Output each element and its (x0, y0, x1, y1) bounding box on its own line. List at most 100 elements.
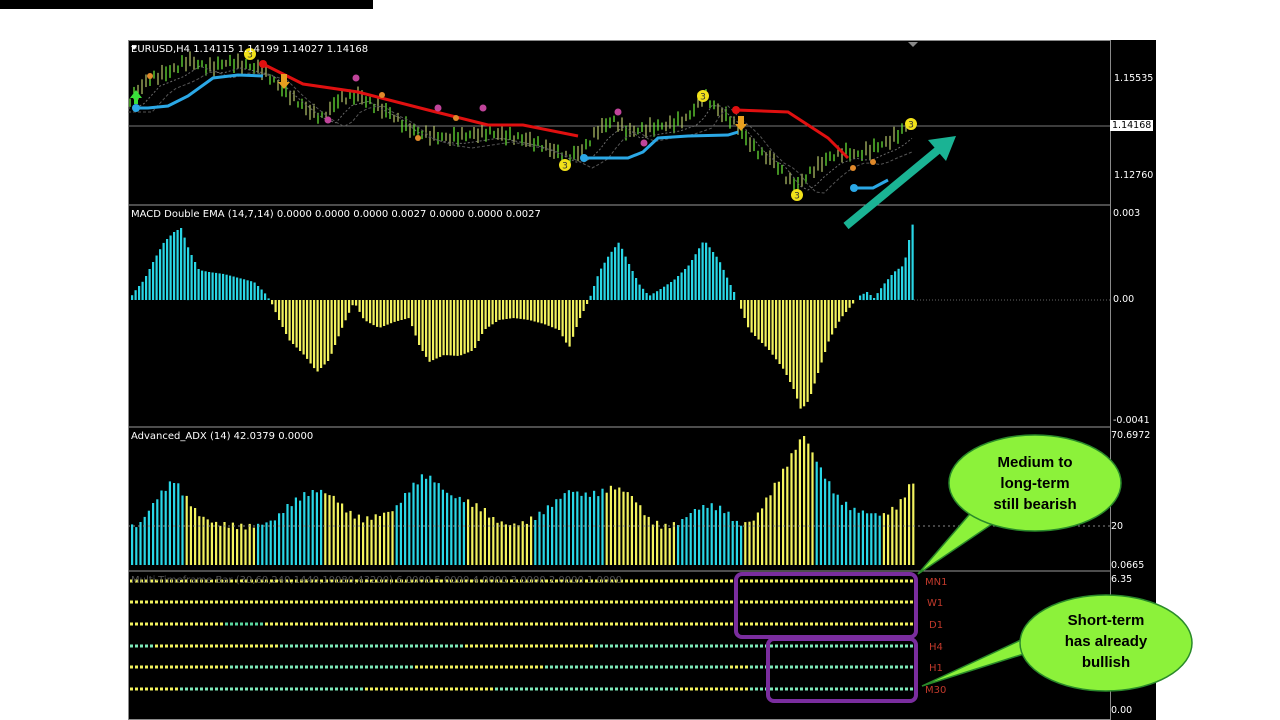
mtf-dot (815, 600, 818, 604)
mtf-dot (320, 600, 323, 604)
mtf-dot (685, 687, 688, 691)
mtf-dot (445, 600, 448, 604)
mtf-dot (305, 644, 308, 648)
mtf-dot (880, 600, 883, 604)
mtf-dot (750, 644, 753, 648)
adx-bar (735, 520, 738, 565)
adx-bar (412, 482, 415, 565)
mtf-dot (585, 622, 588, 626)
mtf-dot (230, 687, 233, 691)
mtf-dot (435, 644, 438, 648)
adx-bar (530, 516, 533, 565)
mtf-dot (280, 600, 283, 604)
mtf-dot (240, 622, 243, 626)
macd-bar (715, 256, 718, 300)
mtf-dot (680, 622, 683, 626)
trading-chart[interactable]: 33333 EURUSD,H4 1.14115 1.14199 1.14027 … (128, 40, 1156, 720)
adx-bar (765, 497, 768, 565)
mtf-dot (790, 579, 793, 583)
chart-canvas[interactable]: 33333 (128, 40, 1156, 720)
mtf-dot (785, 600, 788, 604)
mtf-dot (865, 644, 868, 648)
macd-bar (649, 295, 652, 300)
mtf-dot (800, 600, 803, 604)
adx-bar (664, 523, 667, 565)
mtf-dot (725, 622, 728, 626)
fractal-dot-icon (850, 165, 856, 171)
mtf-dot (475, 687, 478, 691)
mtf-dot (225, 600, 228, 604)
mtf-dot (415, 644, 418, 648)
mtf-dot (795, 579, 798, 583)
mtf-dot (410, 687, 413, 691)
mtf-dot (355, 600, 358, 604)
adx-bar (219, 525, 222, 565)
mtf-dot (705, 579, 708, 583)
macd-bar (617, 242, 620, 301)
mtf-dot (175, 622, 178, 626)
mtf-dot (610, 600, 613, 604)
mtf-dot (840, 600, 843, 604)
mtf-dot (290, 600, 293, 604)
adx-bar (773, 482, 776, 565)
mtf-tick-bottom: 0.00 (1111, 705, 1133, 716)
mtf-dot (385, 665, 388, 669)
mtf-dot (475, 600, 478, 604)
macd-bar (848, 300, 851, 308)
mtf-dot (555, 665, 558, 669)
mtf-dot (530, 600, 533, 604)
mtf-dot (515, 600, 518, 604)
mtf-dot (580, 665, 583, 669)
mtf-dot (895, 644, 898, 648)
macd-bar (880, 288, 883, 300)
macd-bar (565, 300, 568, 343)
mtf-dot (655, 622, 658, 626)
macd-bar (575, 300, 578, 327)
macd-bar (582, 300, 585, 311)
mtf-dot (460, 687, 463, 691)
mtf-dot (190, 665, 193, 669)
fractal-dot-icon (352, 74, 360, 82)
fractal-dot-icon (324, 116, 332, 124)
mtf-dot (780, 665, 783, 669)
mtf-dot (520, 665, 523, 669)
macd-bar (449, 300, 452, 356)
mtf-dot (705, 622, 708, 626)
mtf-dot (725, 600, 728, 604)
mtf-dot (690, 665, 693, 669)
adx-bar (798, 439, 801, 565)
mtf-dot (705, 600, 708, 604)
mtf-dot (360, 644, 363, 648)
macd-bar (148, 269, 151, 300)
mtf-dot (710, 644, 713, 648)
adx-bar (622, 491, 625, 565)
mtf-dot (745, 622, 748, 626)
moving-average-line (128, 65, 913, 191)
adx-bar (450, 495, 453, 565)
mtf-dot (480, 600, 483, 604)
adx-bar (538, 511, 541, 565)
resistance-line (735, 108, 850, 160)
mtf-dot (775, 579, 778, 583)
mtf-dot (615, 600, 618, 604)
macd-bar (824, 300, 827, 352)
adx-bar (866, 513, 869, 565)
mtf-dot (875, 600, 878, 604)
mtf-dot (525, 644, 528, 648)
mtf-dot (570, 600, 573, 604)
mtf-dot (670, 687, 673, 691)
mtf-dot (665, 665, 668, 669)
mtf-dot (810, 579, 813, 583)
macd-bar (596, 276, 599, 300)
macd-bar (334, 300, 337, 345)
mtf-dot (395, 687, 398, 691)
mtf-dot (740, 622, 743, 626)
mtf-dot (155, 687, 158, 691)
mtf-dot (505, 687, 508, 691)
mtf-dot (875, 622, 878, 626)
mtf-dot (440, 622, 443, 626)
macd-bar (883, 283, 886, 300)
macd-bar (439, 300, 442, 357)
mtf-dot (295, 600, 298, 604)
mtf-dot (300, 644, 303, 648)
